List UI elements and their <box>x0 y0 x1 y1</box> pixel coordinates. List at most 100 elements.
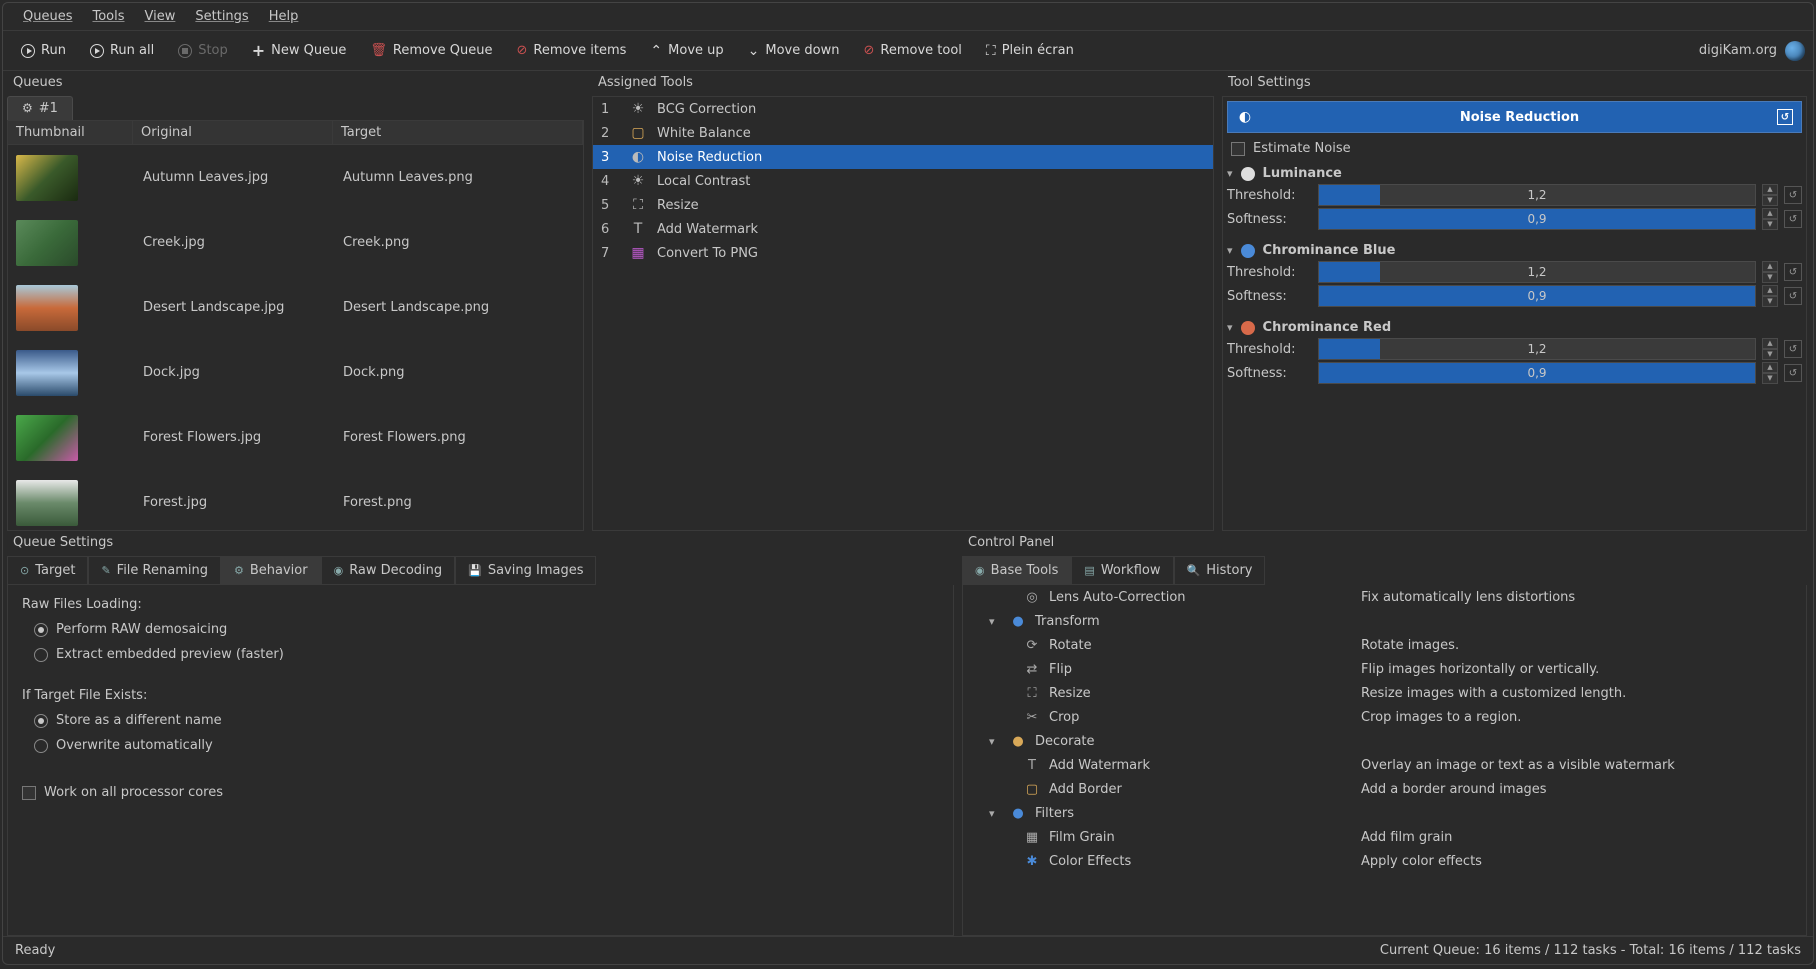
assigned-tool-row[interactable]: 6TAdd Watermark <box>593 217 1213 241</box>
qs-tab[interactable]: ✎File Renaming <box>88 556 221 585</box>
param-slider[interactable]: 0,9 <box>1318 362 1756 384</box>
cp-tab[interactable]: ◉Base Tools <box>962 556 1071 585</box>
spin-buttons[interactable]: ▲▼ <box>1762 362 1778 384</box>
assigned-tool-row[interactable]: 4☀Local Contrast <box>593 169 1213 193</box>
menu-view[interactable]: View <box>135 5 186 28</box>
store-radio[interactable]: Store as a different name <box>22 713 939 728</box>
tree-item[interactable]: ⇄FlipFlip images horizontally or vertica… <box>963 657 1806 681</box>
radio-icon <box>34 623 48 637</box>
reset-icon[interactable]: ↺ <box>1784 210 1802 228</box>
new-queue-button[interactable]: New Queue <box>242 35 357 66</box>
reset-icon[interactable]: ↺ <box>1784 364 1802 382</box>
col-original[interactable]: Original <box>133 121 333 144</box>
tree-category[interactable]: ●Decorate <box>963 729 1806 753</box>
move-down-button[interactable]: Move down <box>738 37 850 65</box>
assigned-tool-row[interactable]: 2▢White Balance <box>593 121 1213 145</box>
reset-icon[interactable]: ↺ <box>1784 186 1802 204</box>
param-label: Threshold: <box>1227 265 1312 280</box>
fullscreen-icon <box>986 43 996 59</box>
item-icon: ✱ <box>1023 854 1041 869</box>
qs-tab[interactable]: ⚙Behavior <box>221 556 321 585</box>
param-slider[interactable]: 0,9 <box>1318 285 1756 307</box>
original-cell: Forest.jpg <box>133 495 333 510</box>
assigned-tool-row[interactable]: 3◐Noise Reduction <box>593 145 1213 169</box>
tool-icon: ⛶ <box>629 196 647 214</box>
table-row[interactable]: Forest.jpgForest.png <box>8 470 583 530</box>
param-slider[interactable]: 1,2 <box>1318 184 1756 206</box>
tool-name: Local Contrast <box>657 174 750 189</box>
menu-settings[interactable]: Settings <box>185 5 258 28</box>
section-header[interactable]: Chrominance Red <box>1227 318 1802 337</box>
target-cell: Creek.png <box>333 235 583 250</box>
reset-icon[interactable]: ↺ <box>1784 340 1802 358</box>
spin-buttons[interactable]: ▲▼ <box>1762 184 1778 206</box>
qs-tab[interactable]: ◉Raw Decoding <box>321 556 456 585</box>
param-slider[interactable]: 0,9 <box>1318 208 1756 230</box>
cp-tab[interactable]: ▤Workflow <box>1071 556 1173 585</box>
thumbnail <box>16 350 78 396</box>
tree-category[interactable]: ●Transform <box>963 609 1806 633</box>
demosaic-radio[interactable]: Perform RAW demosaicing <box>22 622 939 637</box>
overwrite-radio[interactable]: Overwrite automatically <box>22 738 939 753</box>
tool-name: Add Watermark <box>657 222 758 237</box>
tree-item[interactable]: ▢Add BorderAdd a border around images <box>963 777 1806 801</box>
table-row[interactable]: Desert Landscape.jpgDesert Landscape.png <box>8 275 583 340</box>
remove-tool-button[interactable]: ⊘Remove tool <box>853 37 971 64</box>
tree-item[interactable]: ◎Lens Auto-CorrectionFix automatically l… <box>963 585 1806 609</box>
tool-name: Noise Reduction <box>657 150 762 165</box>
qs-tab[interactable]: ⊙Target <box>7 556 88 585</box>
tool-settings-title: Tool Settings <box>1222 71 1807 96</box>
run-all-button[interactable]: Run all <box>80 37 164 64</box>
menu-tools[interactable]: Tools <box>82 5 134 28</box>
cp-tab[interactable]: 🔍History <box>1174 556 1266 585</box>
run-button[interactable]: Run <box>11 37 76 64</box>
section-header[interactable]: Luminance <box>1227 164 1802 183</box>
assigned-tools-title: Assigned Tools <box>592 71 1214 96</box>
reset-icon[interactable]: ↺ <box>1784 287 1802 305</box>
brand-label: digiKam.org <box>1699 43 1777 58</box>
tool-name: Convert To PNG <box>657 246 758 261</box>
cores-checkbox[interactable]: Work on all processor cores <box>22 783 939 802</box>
menu-queues[interactable]: Queues <box>13 5 82 28</box>
tool-icon: ▢ <box>629 124 647 142</box>
fullscreen-button[interactable]: Plein écran <box>976 37 1084 65</box>
col-target[interactable]: Target <box>333 121 583 144</box>
remove-items-button[interactable]: ⊘Remove items <box>506 37 636 64</box>
queue-settings-title: Queue Settings <box>7 531 954 556</box>
target-exists-label: If Target File Exists: <box>22 688 939 703</box>
remove-queue-button[interactable]: Remove Queue <box>360 37 502 64</box>
tree-item[interactable]: ▦Film GrainAdd film grain <box>963 825 1806 849</box>
param-slider[interactable]: 1,2 <box>1318 338 1756 360</box>
table-row[interactable]: Autumn Leaves.jpgAutumn Leaves.png <box>8 145 583 210</box>
queues-title: Queues <box>7 71 584 96</box>
reset-icon[interactable]: ↺ <box>1784 263 1802 281</box>
tree-item[interactable]: ⟳RotateRotate images. <box>963 633 1806 657</box>
section-header[interactable]: Chrominance Blue <box>1227 241 1802 260</box>
assigned-tool-row[interactable]: 1☀BCG Correction <box>593 97 1213 121</box>
tool-icon: ◐ <box>629 148 647 166</box>
table-row[interactable]: Forest Flowers.jpgForest Flowers.png <box>8 405 583 470</box>
reset-all-icon[interactable]: ↺ <box>1777 109 1793 125</box>
queue-tab-1[interactable]: #1 <box>7 96 73 120</box>
param-slider[interactable]: 1,2 <box>1318 261 1756 283</box>
radio-icon <box>34 648 48 662</box>
table-row[interactable]: Creek.jpgCreek.png <box>8 210 583 275</box>
spin-buttons[interactable]: ▲▼ <box>1762 338 1778 360</box>
spin-buttons[interactable]: ▲▼ <box>1762 208 1778 230</box>
assigned-tool-row[interactable]: 5⛶Resize <box>593 193 1213 217</box>
table-row[interactable]: Dock.jpgDock.png <box>8 340 583 405</box>
menu-help[interactable]: Help <box>259 5 309 28</box>
move-up-button[interactable]: Move up <box>640 37 733 65</box>
assigned-tool-row[interactable]: 7▦Convert To PNG <box>593 241 1213 265</box>
spin-buttons[interactable]: ▲▼ <box>1762 285 1778 307</box>
tree-item[interactable]: ✂CropCrop images to a region. <box>963 705 1806 729</box>
tree-item[interactable]: ⛶ResizeResize images with a customized l… <box>963 681 1806 705</box>
qs-tab[interactable]: 💾Saving Images <box>455 556 596 585</box>
tree-category[interactable]: ●Filters <box>963 801 1806 825</box>
tree-item[interactable]: TAdd WatermarkOverlay an image or text a… <box>963 753 1806 777</box>
col-thumbnail[interactable]: Thumbnail <box>8 121 133 144</box>
extract-radio[interactable]: Extract embedded preview (faster) <box>22 647 939 662</box>
spin-buttons[interactable]: ▲▼ <box>1762 261 1778 283</box>
estimate-noise-checkbox[interactable]: Estimate Noise <box>1227 139 1802 158</box>
tree-item[interactable]: ✱Color EffectsApply color effects <box>963 849 1806 873</box>
